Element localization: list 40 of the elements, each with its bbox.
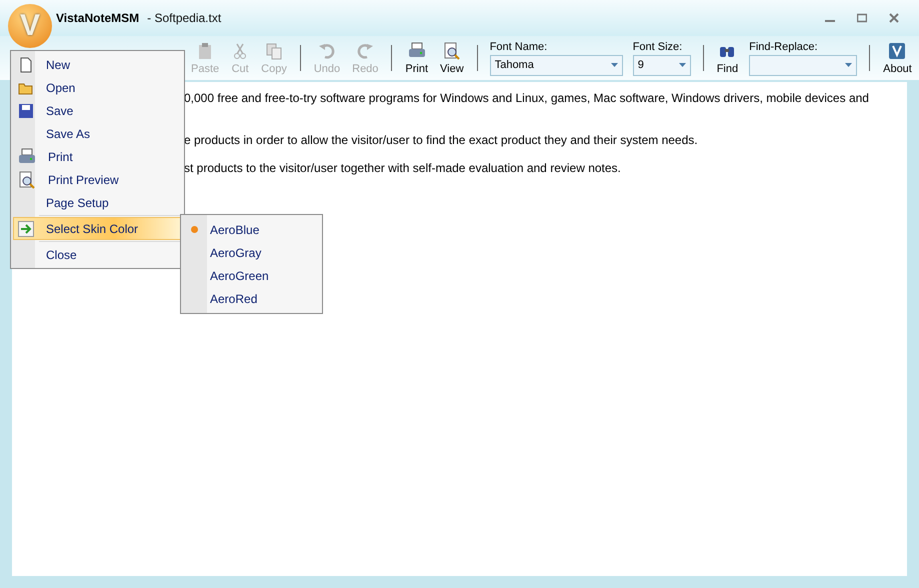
menu-item[interactable]: Save [13,99,182,122]
menu-item[interactable]: AeroGreen [183,264,320,287]
redo-arrow-icon [356,42,374,60]
menu-item[interactable]: Close [13,243,182,266]
combo-label: Font Size: [632,40,684,52]
menu-item[interactable]: Save As [13,122,182,145]
menu-item[interactable]: Print [13,145,182,168]
dropdown-arrow-icon [678,63,686,67]
menu-item[interactable]: New [13,53,182,76]
toolbar-button[interactable]: Find [712,40,744,76]
toolbar-button[interactable]: Print [400,40,434,76]
maximize-icon[interactable] [857,13,867,23]
dropdown-arrow-icon [845,63,852,67]
close-icon[interactable] [889,13,899,23]
magnifier-page-icon [18,170,36,188]
text-line: 0,000 free and free-to-try software programs for Windows and Linux, games, Mac software, Windows drivers, mobile devices and [184,90,869,106]
magnifier-page-icon [442,42,461,60]
app-name: VistaNoteMSM [56,11,140,25]
document-icon [18,56,34,72]
toolbar-button[interactable]: About [878,40,917,76]
toolbar-button[interactable]: View [435,40,469,76]
menu-item[interactable]: Open [13,76,182,99]
arrow-right-icon [18,220,34,236]
window-title: - Softpedia.txt [147,11,222,25]
printer-icon [408,42,426,60]
menu-item[interactable]: Page Setup [13,191,182,214]
combo-box[interactable]: 9 [632,54,691,76]
combo-label: Find-Replace: [749,40,819,52]
copy-icon [264,42,283,60]
menu-item[interactable]: AeroGray [183,241,320,264]
app-badge-icon [888,42,906,60]
combo-box[interactable]: Tahoma [490,54,623,76]
dropdown-arrow-icon [610,63,618,67]
menu-item[interactable]: Print Preview [13,168,182,191]
printer-icon [18,148,36,166]
undo-arrow-icon [318,42,336,60]
menu-item[interactable]: AeroRed [183,287,320,310]
menu-item[interactable]: Select Skin Color [13,217,182,240]
menu-item[interactable]: AeroBlue [183,218,320,241]
combo-label: Font Name: [490,40,548,52]
